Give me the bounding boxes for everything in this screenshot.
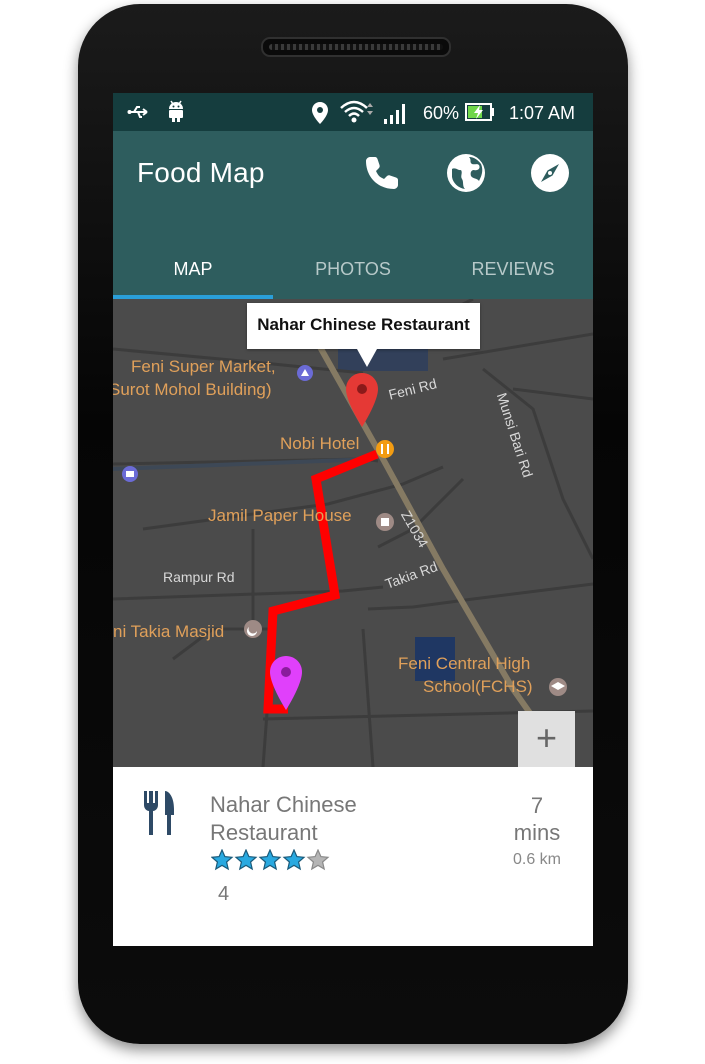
location-icon <box>312 102 328 124</box>
star-empty-icon <box>306 849 330 871</box>
marker-info-title: Nahar Chinese Restaurant <box>257 315 470 334</box>
place-label-fchs: School(FCHS) <box>423 677 533 696</box>
tab-map[interactable]: MAP <box>113 243 273 295</box>
restaurant-info-card[interactable]: Nahar Chinese Restaurant 4 7 mins 0.6 km <box>113 767 593 946</box>
restaurant-icon <box>144 791 174 835</box>
star-filled-icon <box>234 849 258 871</box>
status-time: 1:07 AM <box>509 103 576 123</box>
place-label-feni-super-market: Feni Super Market, <box>131 357 276 376</box>
app-screen: 60% 1:07 AM Food Map MAP PHOTOS REVIEWS <box>113 93 593 946</box>
marker-info-window[interactable]: Nahar Chinese Restaurant <box>247 303 480 367</box>
star-filled-icon <box>282 849 306 871</box>
star-filled-icon <box>258 849 282 871</box>
place-label-nobi-hotel: Nobi Hotel <box>280 434 360 453</box>
app-bar: Food Map MAP PHOTOS REVIEWS <box>113 131 593 299</box>
map-view[interactable]: Feni Super Market, Surot Mohol Building)… <box>113 299 593 767</box>
road-label-rampur-rd: Rampur Rd <box>163 569 235 585</box>
destination-pin-icon[interactable] <box>345 372 379 428</box>
eta-value: 7 <box>530 793 544 818</box>
app-title: Food Map <box>137 157 265 188</box>
place-label-feni-central-high: Feni Central High <box>398 654 531 673</box>
phone-icon[interactable] <box>360 151 404 195</box>
signal-icon <box>384 104 405 124</box>
zoom-in-button[interactable]: + <box>518 711 575 767</box>
rating-stars <box>211 849 330 871</box>
usb-icon <box>127 106 148 118</box>
origin-pin-icon[interactable] <box>269 655 303 711</box>
place-label-takia-masjid: ni Takia Masjid <box>113 622 225 641</box>
distance-value: 0.6 km <box>512 851 561 868</box>
battery-charging-icon <box>465 103 494 121</box>
battery-percentage: 60% <box>423 103 460 123</box>
place-label-surot-mohol: Surot Mohol Building) <box>113 380 272 399</box>
eta-unit: mins <box>513 820 561 845</box>
tab-photos[interactable]: PHOTOS <box>273 243 433 295</box>
earpiece-speaker <box>261 37 451 57</box>
tab-bar: MAP PHOTOS REVIEWS <box>113 243 593 299</box>
restaurant-name: Nahar Chinese Restaurant <box>210 792 357 845</box>
android-icon <box>169 100 183 122</box>
globe-icon[interactable] <box>444 151 488 195</box>
tab-reviews[interactable]: REVIEWS <box>433 243 593 295</box>
compass-icon[interactable] <box>528 151 572 195</box>
wifi-icon <box>340 100 373 123</box>
place-label-jamil-paper-house: Jamil Paper House <box>208 506 352 525</box>
rating-value: 4 <box>218 883 230 905</box>
star-filled-icon <box>211 849 234 871</box>
status-bar: 60% 1:07 AM <box>113 93 593 131</box>
